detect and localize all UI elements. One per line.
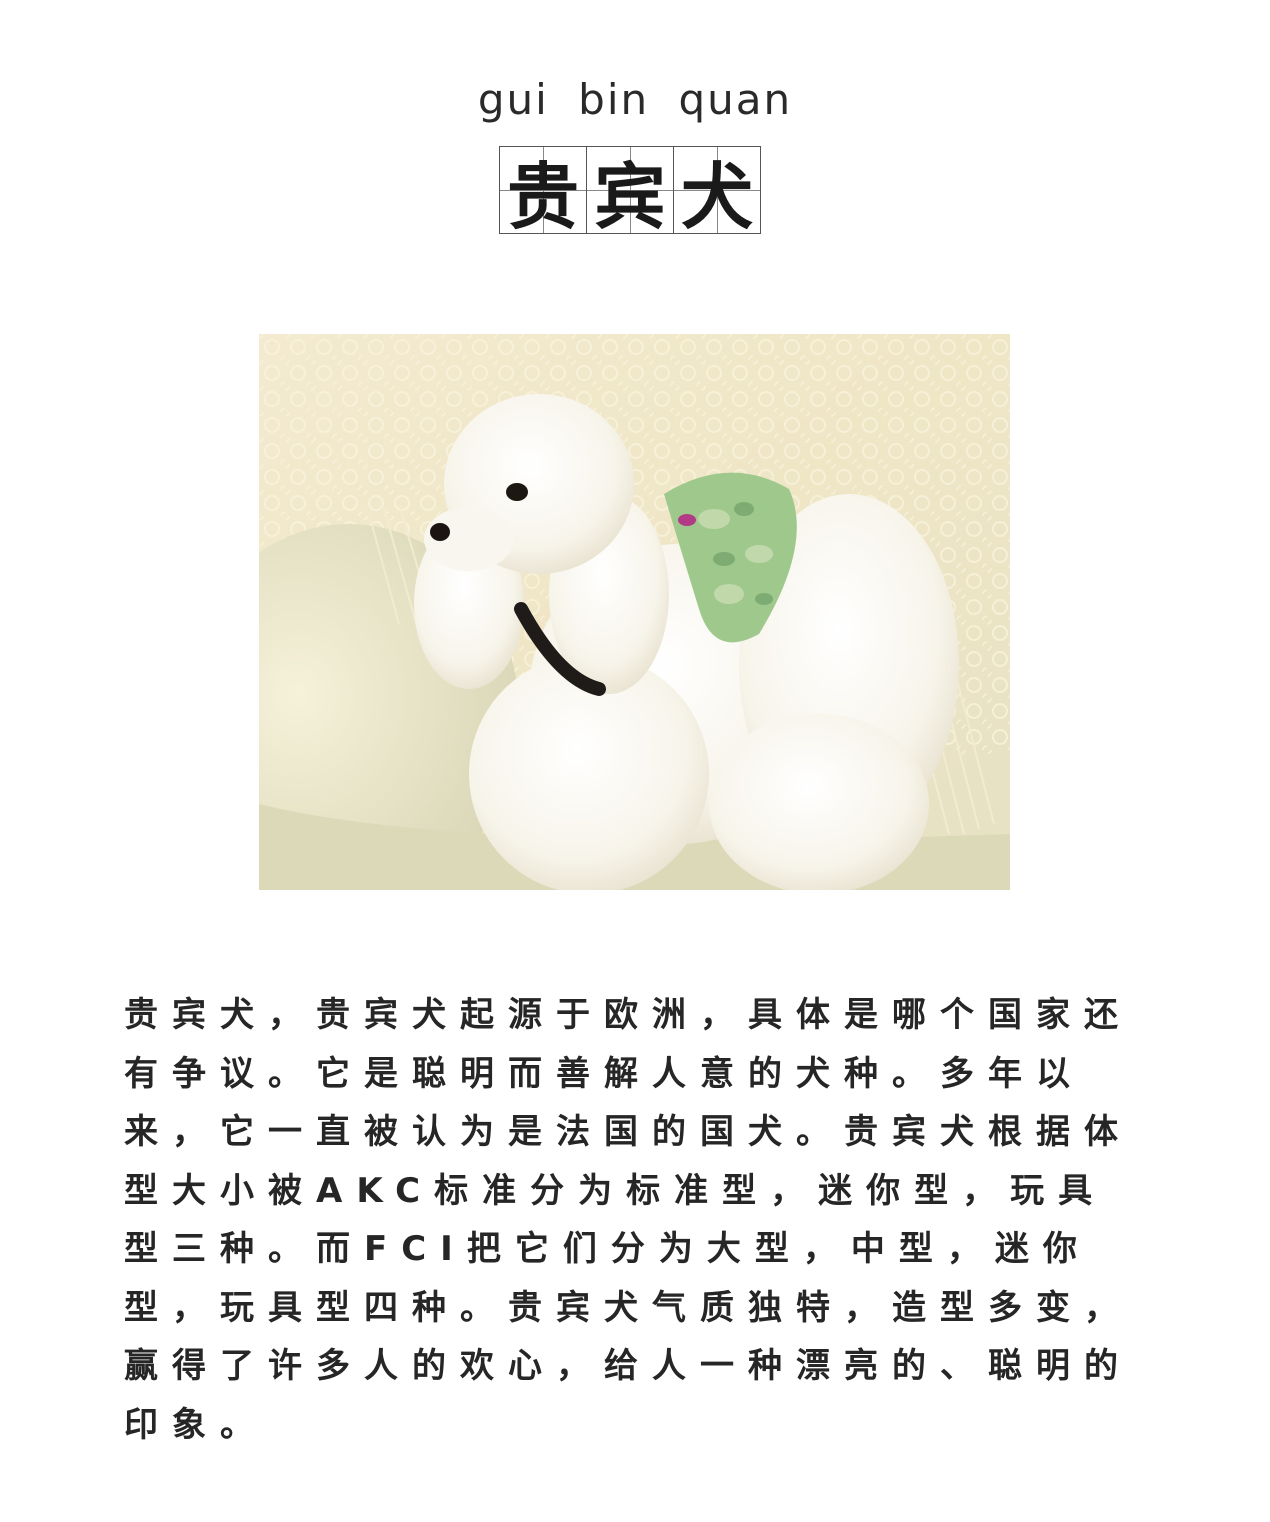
poodle-photo [259,334,1010,890]
article-paragraph: 贵宾犬，贵宾犬起源于欧洲，具体是哪个国家还有争议。它是聪明而善解人意的犬种。多年… [124,995,1132,1445]
title-char: 宾 [593,154,666,239]
title-char: 贵 [506,154,579,239]
title-cell: 贵 [499,146,587,239]
title-char: 犬 [680,154,753,239]
title-cell: 犬 [673,146,761,239]
pinyin-heading: gui bin quan [477,75,793,124]
title-grid: 贵 宾 犬 [499,146,761,239]
title-cell: 宾 [586,146,674,239]
